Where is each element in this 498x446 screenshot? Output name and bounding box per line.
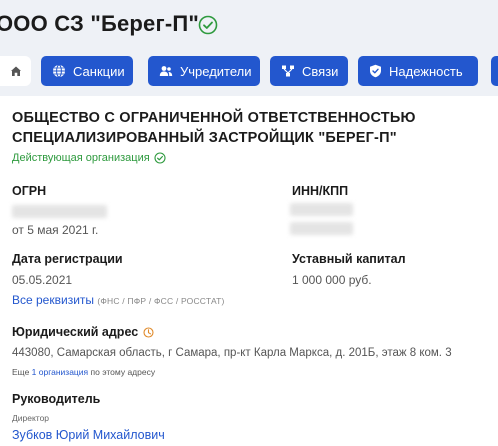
tab-connections[interactable]: Связи: [270, 56, 348, 86]
all-details-sources: (ФНС / ПФР / ФСС / РОССТАТ): [97, 296, 225, 306]
status-check-icon: [154, 152, 166, 164]
shield-check-icon: [370, 64, 381, 78]
users-icon: [159, 66, 173, 76]
inn-value-redacted: [290, 203, 353, 216]
ogrn-value-redacted: [12, 205, 107, 218]
tab-connections-label: Связи: [302, 63, 339, 79]
all-details-link[interactable]: Все реквизиты: [12, 293, 94, 307]
home-icon: [10, 66, 21, 76]
tab-founders[interactable]: Учредители: [148, 56, 260, 86]
status-badge: Действующая организация: [12, 152, 166, 164]
ogrn-date: от 5 мая 2021 г.: [12, 223, 99, 237]
tab-more[interactable]: [491, 56, 498, 86]
status-text: Действующая организация: [12, 152, 150, 164]
tab-sanctions[interactable]: Санкции: [41, 56, 133, 86]
director-name-link[interactable]: Зубков Юрий Михайлович: [12, 428, 165, 442]
same-address-suffix: по этому адресу: [90, 367, 156, 377]
registration-date-label: Дата регистрации: [12, 252, 123, 266]
network-icon: [282, 65, 294, 77]
management-role: Директор: [12, 413, 50, 423]
same-address-prefix: Еще: [12, 367, 30, 377]
home-button[interactable]: [0, 56, 31, 86]
organization-full-name: ОБЩЕСТВО С ОГРАНИЧЕННОЙ ОТВЕТСТВЕННОСТЬЮ…: [12, 108, 416, 148]
same-address-link[interactable]: 1 организация: [32, 367, 88, 377]
company-header: ООО СЗ "Берег-П" Санкции Учредители Связ…: [0, 0, 498, 96]
inn-kpp-label: ИНН/КПП: [292, 184, 349, 198]
tab-sanctions-label: Санкции: [73, 63, 125, 79]
legal-address-header: Юридический адрес: [12, 325, 154, 339]
legal-address-label: Юридический адрес: [12, 325, 139, 339]
tab-reliability-label: Надежность: [389, 63, 463, 79]
page-title: ООО СЗ "Берег-П": [0, 11, 200, 36]
section-nav: Санкции Учредители Связи Надежность: [0, 56, 498, 86]
organization-name-line2: СПЕЦИАЛИЗИРОВАННЫЙ ЗАСТРОЙЩИК "БЕРЕГ-П": [12, 130, 397, 146]
same-address-row: Еще 1 организация по этому адресу: [12, 367, 155, 377]
organization-name-line1: ОБЩЕСТВО С ОГРАНИЧЕННОЙ ОТВЕТСТВЕННОСТЬЮ: [12, 110, 416, 126]
company-card: ОБЩЕСТВО С ОГРАНИЧЕННОЙ ОТВЕТСТВЕННОСТЬЮ…: [0, 96, 498, 446]
authorized-capital-label: Уставный капитал: [292, 252, 406, 266]
clock-icon[interactable]: [143, 326, 154, 338]
kpp-value-redacted: [290, 222, 353, 235]
authorized-capital: 1 000 000 руб.: [292, 273, 372, 287]
ogrn-label: ОГРН: [12, 184, 47, 198]
legal-address: 443080, Самарская область, г Самара, пр-…: [12, 347, 452, 359]
verified-check-icon: [198, 15, 218, 35]
tab-founders-label: Учредители: [180, 63, 252, 79]
all-details-row: Все реквизиты (ФНС / ПФР / ФСС / РОССТАТ…: [12, 293, 225, 307]
globe-icon: [53, 64, 65, 78]
registration-date: 05.05.2021: [12, 273, 73, 287]
tab-reliability[interactable]: Надежность: [358, 56, 478, 86]
management-label: Руководитель: [12, 392, 101, 406]
